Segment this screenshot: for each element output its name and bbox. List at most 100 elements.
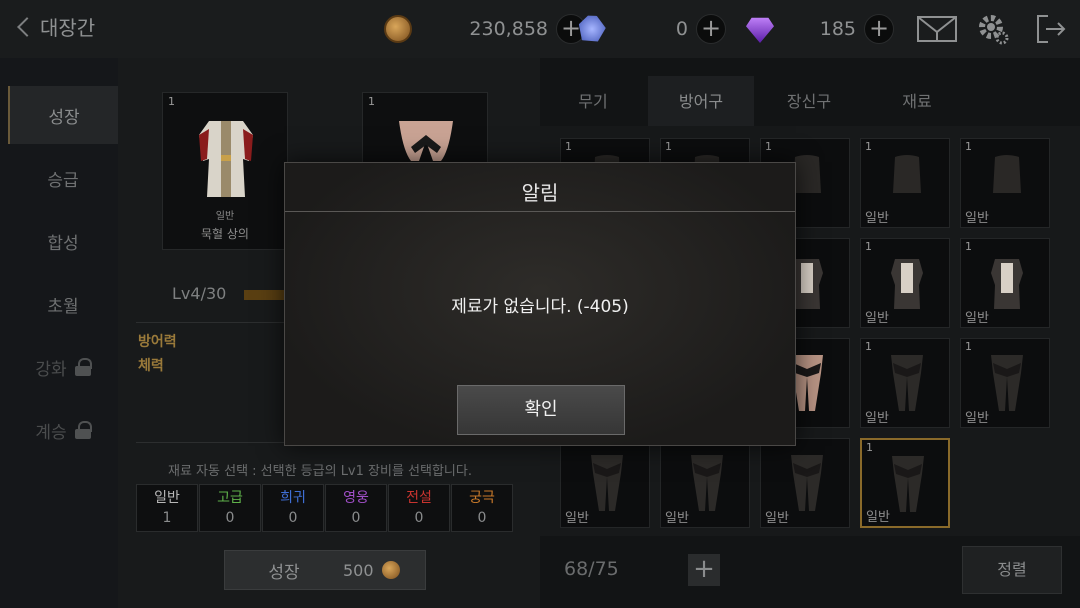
grade-filter-legend[interactable]: 전설 0 [388, 484, 450, 532]
sidebar-item-synthesis[interactable]: 합성 [8, 212, 118, 270]
gem-currency: 185 + [746, 13, 894, 45]
mail-book-button[interactable] [916, 12, 958, 46]
tab-label: 방어구 [678, 92, 724, 111]
tab-armor[interactable]: 방어구 [648, 76, 754, 128]
sidebar-item-transcend[interactable]: 초월 [8, 275, 118, 333]
inventory-item[interactable]: 일반 [660, 438, 750, 528]
grade-filter-advanced[interactable]: 고급 0 [199, 484, 261, 532]
confirm-button[interactable]: 확인 [457, 385, 625, 435]
grow-button[interactable]: 성장 500 [224, 550, 426, 590]
item-name: 묵혈 상의 [201, 227, 249, 241]
main-equipment-slot[interactable]: 1 일반 묵혈 상의 [162, 92, 288, 250]
inventory-capacity: 68/75 [564, 558, 619, 580]
grade-count: 0 [288, 510, 298, 526]
sidebar-item-label: 초월 [47, 296, 79, 317]
expand-inventory-button[interactable]: + [688, 554, 720, 586]
sidebar-item-growth[interactable]: 성장 [8, 86, 118, 144]
grade-filter-common[interactable]: 일반 1 [136, 484, 198, 532]
settings-button[interactable] [976, 12, 1010, 46]
item-count: 1 [665, 140, 672, 153]
pants-armor-image [591, 455, 623, 511]
lock-icon [74, 421, 92, 439]
item-grade: 일반 [965, 311, 989, 326]
item-count: 1 [965, 140, 972, 153]
item-count: 1 [765, 140, 772, 153]
grade-label: 영웅 [343, 490, 369, 506]
tab-label: 장신구 [786, 92, 832, 111]
crystal-currency: 0 + [578, 13, 726, 45]
sort-button-label: 정렬 [997, 560, 1027, 579]
inventory-item[interactable]: 일반 [760, 438, 850, 528]
grade-label: 고급 [217, 490, 243, 506]
sidebar-item-inherit[interactable]: 계승 [8, 401, 118, 459]
gold-amount: 230,858 [469, 18, 548, 40]
sidebar-item-label: 성장 [48, 107, 80, 128]
item-grade: 일반 [866, 510, 890, 525]
dialog-divider [285, 211, 795, 212]
item-count: 1 [565, 140, 572, 153]
gem-amount: 185 [819, 18, 856, 40]
sidebar-item-label: 합성 [47, 233, 79, 254]
forge-menu-sidebar: 성장 승급 합성 초월 강화 계승 [0, 58, 118, 608]
tab-label: 재료 [902, 92, 932, 111]
item-grade: 일반 [965, 411, 989, 426]
grade-count: 0 [351, 510, 361, 526]
inventory-item[interactable]: 1 일반 [960, 138, 1050, 228]
inventory-item[interactable]: 1 일반 [960, 338, 1050, 428]
grade-filter-ultimate[interactable]: 궁극 0 [451, 484, 513, 532]
inventory-item[interactable]: 1 일반 [860, 138, 950, 228]
inventory-item[interactable]: 1 일반 [960, 238, 1050, 328]
grade-count: 1 [162, 510, 172, 526]
lock-icon [74, 358, 92, 376]
add-gem-button[interactable]: + [864, 14, 894, 44]
confirm-button-label: 확인 [524, 399, 558, 420]
item-grade: 일반 [765, 511, 789, 526]
screen-title: 대장간 [40, 16, 96, 40]
dialog-title: 알림 [521, 181, 559, 205]
item-count: 1 [866, 441, 873, 454]
grade-filter-hero[interactable]: 영웅 0 [325, 484, 387, 532]
pants-armor-image [991, 355, 1023, 411]
pants-armor-image [891, 355, 923, 411]
grade-filter-rare[interactable]: 희귀 0 [262, 484, 324, 532]
stat-hp-label: 체력 [138, 358, 164, 374]
grow-cost: 500 [343, 560, 374, 580]
tab-weapon[interactable]: 무기 [540, 76, 646, 128]
inventory-item[interactable]: 1 일반 [860, 338, 950, 428]
crystal-amount: 0 [675, 18, 688, 40]
item-count: 1 [965, 240, 972, 253]
add-crystal-button[interactable]: + [696, 14, 726, 44]
sort-button[interactable]: 정렬 [962, 546, 1062, 594]
sidebar-item-promotion[interactable]: 승급 [8, 149, 118, 207]
item-grade: 일반 [665, 511, 689, 526]
purple-gem-icon [746, 17, 774, 43]
top-bar: 대장간 230,858 + 0 + 185 + [0, 0, 1080, 58]
grade-count: 0 [225, 510, 235, 526]
exit-button[interactable] [1034, 12, 1068, 46]
auto-select-note: 재료 자동 선택 : 선택한 등급의 Lv1 장비를 선택합니다. [168, 464, 472, 479]
item-level: Lv4/30 [172, 284, 227, 303]
inventory-item[interactable]: 1 일반 [860, 238, 950, 328]
armor-top-image [891, 259, 923, 309]
inventory-item[interactable]: 일반 [560, 438, 650, 528]
alert-dialog: 알림 제료가 없습니다. (-405) 확인 [284, 162, 796, 446]
inventory-item[interactable]: 1 일반 [860, 438, 950, 528]
sidebar-item-enhance[interactable]: 강화 [8, 338, 118, 396]
tab-material[interactable]: 재료 [864, 76, 970, 128]
tab-accessory[interactable]: 장신구 [756, 76, 862, 128]
pants-armor-image [791, 455, 823, 511]
item-count: 1 [865, 340, 872, 353]
item-count: 1 [865, 140, 872, 153]
pants-armor-image [691, 455, 723, 511]
grade-label: 전설 [406, 490, 432, 506]
grade-label: 일반 [154, 490, 180, 506]
item-grade: 일반 [865, 411, 889, 426]
chevron-left-icon [17, 16, 37, 37]
grade-label: 희귀 [280, 490, 306, 506]
item-count: 1 [965, 340, 972, 353]
grade-count: 0 [414, 510, 424, 526]
back-button[interactable]: 대장간 [14, 12, 95, 41]
grow-button-label: 성장 [268, 562, 300, 583]
grade-label: 궁극 [469, 490, 495, 506]
gold-coin-icon [381, 561, 400, 579]
